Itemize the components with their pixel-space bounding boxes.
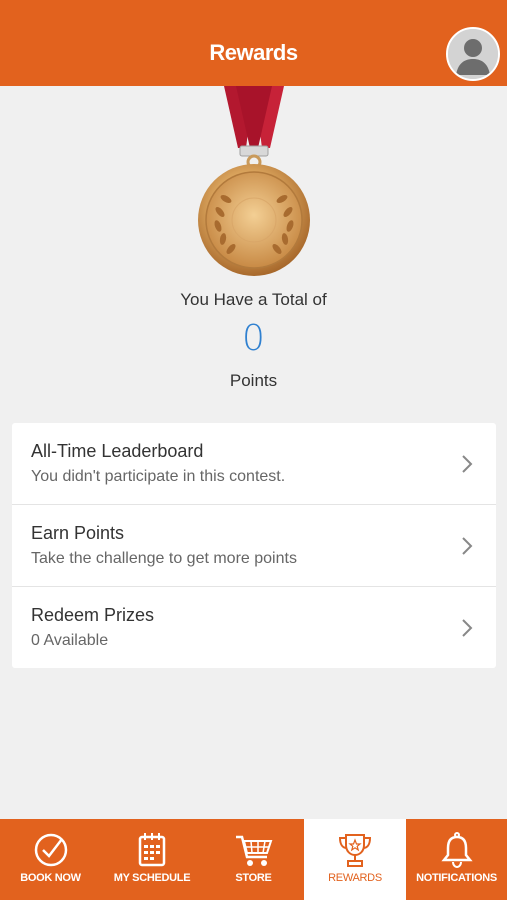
tab-notifications[interactable]: NOTIFICATIONS <box>406 819 507 900</box>
page-title: Rewards <box>209 40 298 65</box>
bell-icon <box>440 832 473 869</box>
chevron-right-icon <box>462 537 473 555</box>
cart-icon <box>235 835 272 866</box>
menu-item-title: All-Time Leaderboard <box>31 441 204 461</box>
points-unit-label: Points <box>229 371 278 390</box>
menu-item-title: Redeem Prizes <box>31 605 155 625</box>
bottom-tab-bar: BOOK NOW MY SCHEDULE STORE REWARDS NOTIF… <box>0 819 507 900</box>
menu-item-subtitle: Take the challenge to get more points <box>31 550 297 567</box>
menu-item-leaderboard[interactable]: All-Time Leaderboard You didn't particip… <box>12 423 496 505</box>
chevron-right-icon <box>462 619 473 637</box>
menu-item-subtitle: You didn't participate in this contest. <box>31 468 286 485</box>
tab-label: NOTIFICATIONS <box>416 872 497 884</box>
tab-label: STORE <box>235 872 272 884</box>
tab-label: MY SCHEDULE <box>113 872 191 884</box>
menu-item-earn-points[interactable]: Earn Points Take the challenge to get mo… <box>12 505 496 587</box>
check-circle-icon <box>34 833 67 867</box>
tab-store[interactable]: STORE <box>203 819 304 900</box>
menu-item-redeem-prizes[interactable]: Redeem Prizes 0 Available <box>12 587 496 668</box>
chevron-right-icon <box>462 455 473 473</box>
user-avatar-icon[interactable] <box>446 27 500 81</box>
trophy-icon <box>338 834 372 867</box>
tab-label: REWARDS <box>328 872 382 884</box>
rewards-menu: All-Time Leaderboard You didn't particip… <box>12 423 496 668</box>
medal-icon <box>196 86 312 276</box>
tab-label: BOOK NOW <box>20 872 81 884</box>
tab-my-schedule[interactable]: MY SCHEDULE <box>101 819 203 900</box>
points-value: 0 <box>242 318 265 359</box>
menu-item-title: Earn Points <box>31 523 125 543</box>
calendar-icon <box>138 833 166 867</box>
app-header: Rewards <box>0 0 507 86</box>
tab-rewards[interactable]: REWARDS <box>304 819 406 900</box>
points-total-label: You Have a Total of <box>180 290 327 309</box>
menu-item-subtitle: 0 Available <box>31 632 109 649</box>
tab-book-now[interactable]: BOOK NOW <box>0 819 101 900</box>
